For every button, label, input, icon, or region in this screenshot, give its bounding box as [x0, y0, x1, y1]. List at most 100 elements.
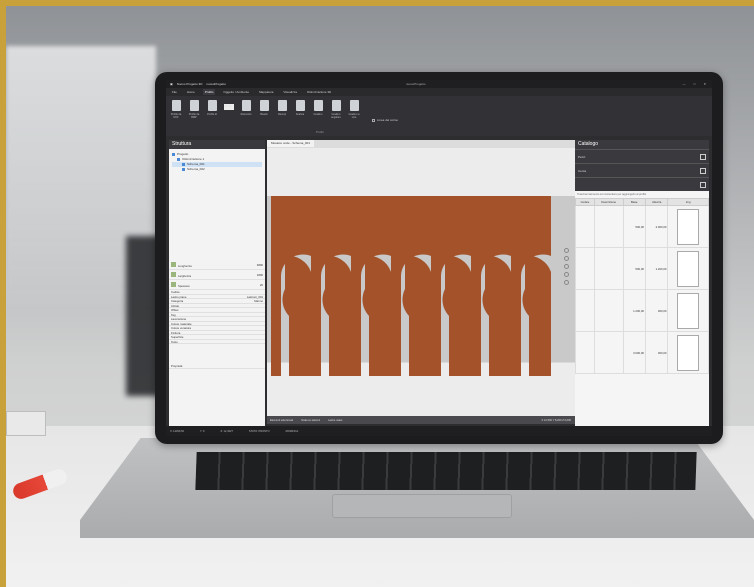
tab-1[interactable]: Home [185, 89, 197, 95]
zoom-in-icon[interactable] [564, 248, 569, 253]
tab-0[interactable]: File [170, 89, 179, 95]
table-row[interactable]: 500,00 1.200,00 [575, 247, 709, 290]
column-header[interactable]: Altezza [644, 198, 669, 206]
ribbon-group-label: Profili [316, 130, 324, 134]
angle-input[interactable]: 45,00 [224, 104, 234, 110]
table-row[interactable]: 3.000,00 300,00 [575, 331, 709, 374]
ribbon-button-label: Gradino [313, 113, 323, 116]
cell-base: 500,00 [622, 205, 646, 248]
cell-code [575, 247, 595, 290]
mosaic-tile[interactable] [431, 196, 471, 376]
fit-icon[interactable] [564, 280, 569, 285]
table-row[interactable]: 500,00 2.000,00 [575, 205, 709, 248]
catalog-title: Catalogo [575, 140, 709, 149]
tab-4[interactable]: Mappatura [257, 89, 275, 95]
ribbon-button-8[interactable]: Gradino angolare [330, 100, 342, 132]
status-scale[interactable]: Scala su lastroni [301, 419, 320, 422]
catalog-section[interactable] [575, 177, 709, 191]
property-label: Offset [171, 308, 178, 312]
cell-height: 300,00 [644, 331, 669, 374]
ribbon-button-label: Profilo da BMP [188, 113, 200, 119]
mosaic-tile[interactable] [511, 196, 551, 376]
folder-icon [182, 163, 185, 166]
status-item: STATO: PRONTO [248, 429, 270, 433]
property-value: 20 [259, 282, 263, 287]
stair-icon [295, 100, 305, 111]
tab-2[interactable]: Profilo [202, 89, 216, 95]
property-row[interactable]: Lunghezza 3800 [169, 260, 265, 270]
home-icon[interactable] [700, 181, 706, 188]
property-row[interactable]: Larghezza 1800 [169, 270, 265, 280]
tab-5[interactable]: Visualizza [281, 89, 298, 95]
status-slabs[interactable]: Lastre usate [328, 419, 342, 422]
cell-height: 1.200,00 [644, 247, 669, 290]
property-label-text: Larghezza [178, 273, 192, 278]
table-row[interactable]: 1.200,00 300,00 [575, 289, 709, 332]
ridge-line-checkbox[interactable]: Linea del colmo [372, 108, 398, 132]
minimize-button[interactable]: — [683, 82, 686, 86]
catalog-section[interactable]: Pezzi [575, 149, 709, 163]
bottom-status-bar: X: 12459,52 Y: 0 Z: 12,4327 STATO: PRONTO MO… [166, 426, 712, 436]
ribbon-button-4[interactable]: Bisello [258, 100, 270, 132]
cursor-icon [171, 100, 181, 111]
catalog-table: Codice Descrizione Base Altezza Img 500,00 2.… [575, 198, 709, 374]
ribbon-button-1[interactable]: Profilo da BMP [188, 100, 200, 132]
rotate-icon[interactable] [564, 272, 569, 277]
ribbon-button-7[interactable]: Gradino [312, 100, 324, 132]
property-label-text: Infinito [171, 303, 180, 308]
column-header[interactable]: Codice [575, 198, 595, 206]
close-button[interactable]: ✕ [703, 82, 706, 86]
pan-icon[interactable] [564, 264, 569, 269]
tab-3[interactable]: Oggetto / Ambiente [221, 89, 251, 95]
search-icon[interactable] [700, 167, 706, 174]
laptop-trackpad [332, 494, 512, 518]
catalog-panel: Catalogo Pezzi Cerca Trascina l'elemento … [575, 140, 709, 426]
property-label-text: Spessore [178, 283, 190, 288]
status-selected[interactable]: Elementi selezionati [270, 419, 293, 422]
property-value: 3800 [256, 262, 263, 267]
property-value: 1800 [256, 272, 263, 277]
ribbon-button-0[interactable]: Profilo da DXF [170, 100, 182, 132]
ribbon-button-6[interactable]: Scalina [294, 100, 306, 132]
ribbon-button-5[interactable]: Riempi [276, 100, 288, 132]
cell-code [575, 331, 595, 374]
property-label: Colore venatura [171, 326, 191, 330]
tree-item[interactable]: Schema_002 [172, 167, 262, 172]
cell-code [575, 289, 595, 332]
status-item: Y: 0 [200, 429, 205, 433]
column-header[interactable]: Img [667, 198, 709, 206]
mosaic-tile[interactable] [311, 196, 351, 376]
grid-icon[interactable] [700, 153, 706, 160]
property-label-text: Offset [171, 308, 179, 312]
dimension-icon [171, 281, 176, 287]
property-label-text: Tag [171, 312, 176, 317]
property-row[interactable]: Spessore 20 [169, 280, 265, 290]
mosaic-tile[interactable] [271, 196, 311, 376]
mosaic-tile[interactable] [391, 196, 431, 376]
mosaic-tile[interactable] [351, 196, 391, 376]
ribbon-button-9[interactable]: Gradino a viso [348, 100, 360, 132]
cursor-icon [207, 100, 217, 111]
design-viewport[interactable] [267, 148, 575, 416]
column-header[interactable]: Descrizione [593, 198, 624, 206]
status-item: X: 12459,52 [170, 429, 184, 433]
column-header[interactable]: Base [622, 198, 646, 206]
file-name: nuovoProgetto [206, 82, 226, 86]
cell-image [667, 247, 709, 290]
maximize-button[interactable]: □ [694, 82, 696, 86]
zoom-out-icon[interactable] [564, 256, 569, 261]
ribbon-button-label: Scalina [295, 113, 305, 116]
catalog-section[interactable]: Cerca [575, 163, 709, 177]
property-label-text: Finitura [171, 330, 181, 335]
tab-6[interactable]: Ottimizzazione 3D [305, 89, 333, 95]
ribbon-button-2[interactable]: Profilo di [206, 100, 218, 132]
catalog-note: Trascina l'elemento sul contenitore per … [577, 193, 647, 196]
ribbon-button-3[interactable]: Raccordo [240, 100, 252, 132]
ribbon-button-label: Bisello [260, 113, 268, 116]
checkbox-box[interactable] [372, 118, 375, 122]
document-tab[interactable]: Mosaico onde - Schema_001 [267, 140, 315, 147]
property-label-text: Superficie [171, 335, 184, 339]
property-label: Finitura [171, 331, 180, 335]
mosaic-tile[interactable] [471, 196, 511, 376]
app-icon: ▣ [170, 82, 173, 86]
